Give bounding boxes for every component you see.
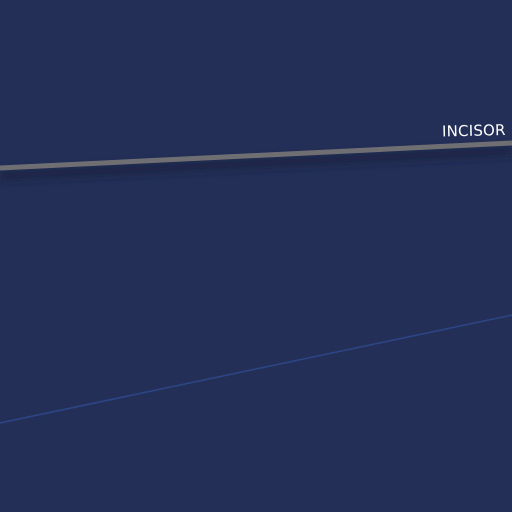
map-canvas[interactable]: INCISOR — [0, 0, 512, 512]
road-label-incisor: INCISOR — [442, 121, 507, 141]
map-layer — [0, 140, 512, 424]
minor-boundary-line — [0, 314, 512, 424]
